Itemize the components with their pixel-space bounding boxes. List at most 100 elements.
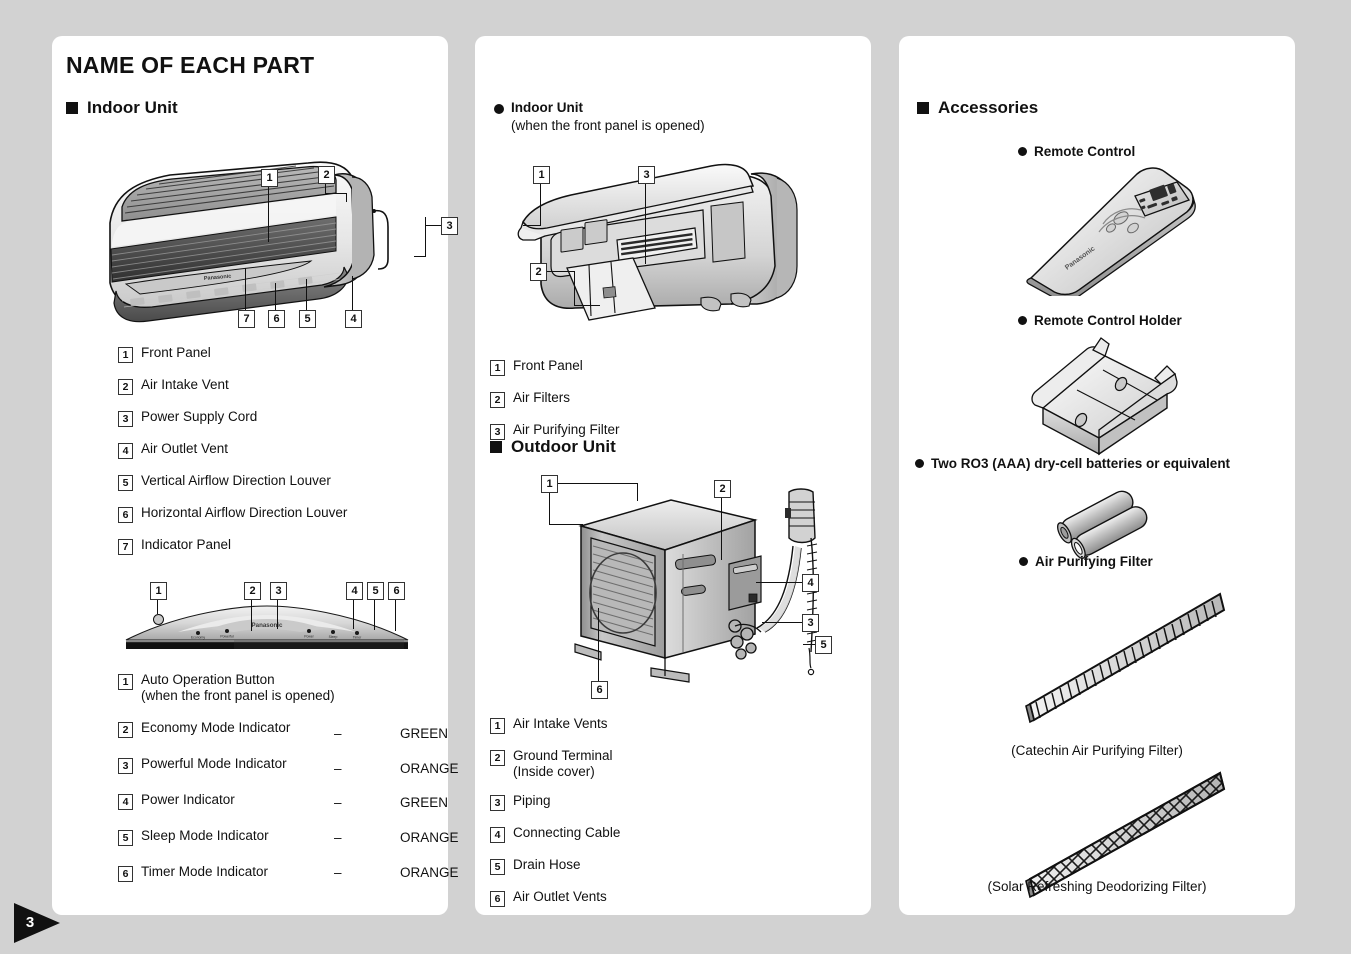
list-item: 3 Piping bbox=[490, 793, 620, 811]
ou-callout-3: 3 bbox=[802, 614, 819, 632]
list-item: 4 Power Indicator bbox=[118, 792, 335, 810]
item-label: Air Intake Vents bbox=[513, 716, 608, 731]
item-number: 2 bbox=[118, 379, 133, 395]
accessory-label: Remote Control bbox=[1034, 144, 1136, 159]
list-item: 7 Indicator Panel bbox=[118, 537, 347, 555]
round-bullet-icon bbox=[1018, 147, 1027, 156]
leader-line bbox=[540, 182, 542, 226]
dash-2: – bbox=[334, 726, 342, 741]
manual-page: NAME OF EACH PART Indoor Unit Panasonic … bbox=[0, 0, 1351, 954]
accessory-heading-remote-control: Remote Control bbox=[1018, 144, 1135, 159]
column-3-card: Accessories Remote Control Panasonic Rem… bbox=[899, 36, 1295, 915]
section-heading-label: Accessories bbox=[938, 98, 1039, 117]
item-label: Auto Operation Button bbox=[141, 672, 275, 687]
leader-line bbox=[425, 225, 441, 227]
list-item: 3 Power Supply Cord bbox=[118, 409, 347, 427]
item-label: Air Filters bbox=[513, 390, 570, 405]
catechin-filter-figure bbox=[934, 576, 1264, 726]
svg-text:Powerful: Powerful bbox=[220, 635, 233, 639]
indicator-callout-5: 5 bbox=[367, 582, 384, 600]
accessory-heading-batteries: Two RO3 (AAA) dry-cell batteries or equi… bbox=[915, 456, 1230, 471]
square-bullet-icon bbox=[917, 102, 929, 114]
ou-callout-5: 5 bbox=[815, 636, 832, 654]
accessory-heading-remote-holder: Remote Control Holder bbox=[1018, 313, 1182, 328]
column-2-card: Indoor Unit (when the front panel is ope… bbox=[475, 36, 871, 915]
indicator-callout-1: 1 bbox=[150, 582, 167, 600]
list-item: 4 Air Outlet Vent bbox=[118, 441, 347, 459]
accessory-label: Remote Control Holder bbox=[1034, 313, 1182, 328]
indicator-panel-figure: Panasonic Economy Powerful Power Sleep T… bbox=[122, 602, 412, 652]
accessory-label: Two RO3 (AAA) dry-cell batteries or equi… bbox=[931, 456, 1231, 471]
item-number: 4 bbox=[118, 794, 133, 810]
io-callout-2: 2 bbox=[530, 263, 547, 281]
callout-4: 4 bbox=[345, 310, 362, 328]
leader-line bbox=[306, 279, 308, 310]
leader-line bbox=[574, 305, 600, 307]
leader-line bbox=[275, 283, 277, 310]
item-number: 1 bbox=[490, 360, 505, 376]
ou-callout-1: 1 bbox=[541, 475, 558, 493]
callout-6: 6 bbox=[268, 310, 285, 328]
color-5: ORANGE bbox=[400, 830, 459, 845]
list-item: 4 Connecting Cable bbox=[490, 825, 620, 843]
dash-6: – bbox=[334, 865, 342, 880]
leader-line bbox=[352, 276, 354, 310]
item-number: 6 bbox=[118, 866, 133, 882]
leader-line bbox=[803, 644, 815, 646]
item-label: Air Intake Vent bbox=[141, 377, 229, 392]
item-label: Ground Terminal bbox=[513, 748, 613, 763]
indicator-list: 1 Auto Operation Button (when the front … bbox=[118, 672, 335, 891]
section-heading-indoor-unit: Indoor Unit bbox=[66, 98, 178, 118]
square-bullet-icon bbox=[66, 102, 78, 114]
leader-line bbox=[325, 193, 347, 195]
list-item: 1 Front Panel bbox=[118, 345, 347, 363]
indoor-parts-list: 1 Front Panel 2 Air Intake Vent 3 Power … bbox=[118, 345, 347, 564]
section-heading-label: Outdoor Unit bbox=[511, 437, 616, 456]
leader-line bbox=[598, 608, 600, 681]
ou-callout-4: 4 bbox=[802, 574, 819, 592]
callout-1: 1 bbox=[261, 169, 278, 187]
item-label: Front Panel bbox=[513, 358, 583, 373]
item-label: Connecting Cable bbox=[513, 825, 621, 840]
ou-callout-6: 6 bbox=[591, 681, 608, 699]
item-label: Air Outlet Vents bbox=[513, 889, 607, 904]
list-item: 2 Air Intake Vent bbox=[118, 377, 347, 395]
item-note: (when the front panel is opened) bbox=[141, 688, 335, 703]
leader-line bbox=[756, 582, 802, 584]
item-number: 7 bbox=[118, 539, 133, 555]
list-item: 1 Auto Operation Button (when the front … bbox=[118, 672, 335, 704]
list-item: 6 Horizontal Airflow Direction Louver bbox=[118, 505, 347, 523]
section-heading-label: Indoor Unit bbox=[87, 98, 178, 117]
auto-operation-button-icon bbox=[153, 614, 164, 625]
list-item: 2 Ground Terminal (Inside cover) bbox=[490, 748, 620, 780]
item-number: 4 bbox=[490, 827, 505, 843]
list-item: 5 Sleep Mode Indicator bbox=[118, 828, 335, 846]
list-item: 3 Powerful Mode Indicator bbox=[118, 756, 335, 774]
subheading-front-panel-opened: (when the front panel is opened) bbox=[511, 118, 705, 133]
color-2: GREEN bbox=[400, 726, 449, 741]
dash-5: – bbox=[334, 830, 342, 845]
color-6: ORANGE bbox=[400, 865, 459, 880]
item-label: Power Indicator bbox=[141, 792, 235, 807]
leader-line bbox=[346, 193, 348, 202]
item-label: Piping bbox=[513, 793, 551, 808]
leader-line bbox=[395, 598, 397, 631]
leader-line bbox=[637, 483, 639, 501]
section-heading-accessories: Accessories bbox=[917, 98, 1038, 118]
page-number-tab: 3 bbox=[14, 903, 76, 943]
list-item: 5 Vertical Airflow Direction Louver bbox=[118, 473, 347, 491]
section-heading-outdoor-unit: Outdoor Unit bbox=[490, 437, 616, 457]
item-number: 1 bbox=[118, 674, 133, 690]
color-4: GREEN bbox=[400, 795, 449, 810]
leader-line bbox=[645, 182, 647, 264]
svg-text:Timer: Timer bbox=[353, 636, 362, 640]
item-label: Vertical Airflow Direction Louver bbox=[141, 473, 331, 488]
item-number: 3 bbox=[118, 758, 133, 774]
leader-line bbox=[374, 598, 376, 630]
caption-deodorizing-filter: (Solar Refreshing Deodorizing Filter) bbox=[987, 879, 1207, 894]
item-label: Horizontal Airflow Direction Louver bbox=[141, 505, 348, 520]
dash-4: – bbox=[334, 795, 342, 810]
list-item: 6 Air Outlet Vents bbox=[490, 889, 620, 907]
ou-callout-2: 2 bbox=[714, 480, 731, 498]
round-bullet-icon bbox=[915, 459, 924, 468]
